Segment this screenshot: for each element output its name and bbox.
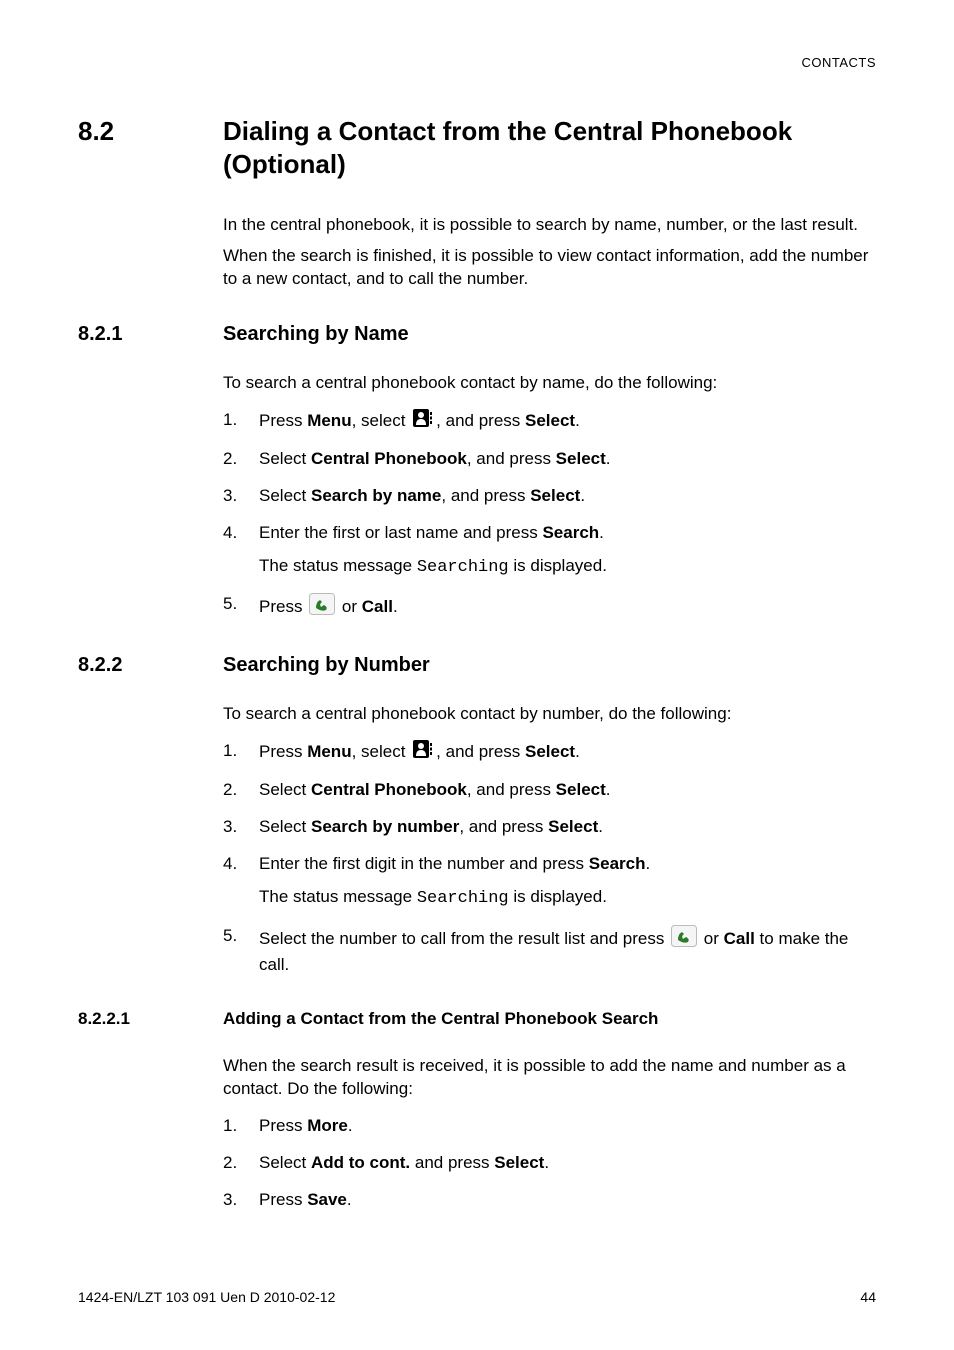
list-number: 1.	[223, 740, 259, 763]
contacts-icon	[413, 740, 433, 765]
subsection-title: Searching by Name	[223, 323, 876, 346]
sub2-intro: To search a central phonebook contact by…	[223, 703, 876, 726]
list-item: Select the number to call from the resul…	[259, 925, 876, 977]
call-icon	[671, 925, 697, 954]
list-number: 4.	[223, 853, 259, 876]
subsection-title: Searching by Number	[223, 654, 876, 677]
list-number: 5.	[223, 925, 259, 948]
section-number: 8.2	[78, 115, 223, 148]
call-icon	[309, 593, 335, 622]
subsubsection-title: Adding a Contact from the Central Phoneb…	[223, 1009, 876, 1029]
list-item: Press Menu, select , and press Select.	[259, 409, 876, 434]
section-intro-2: When the search is finished, it is possi…	[223, 245, 876, 291]
list-item: Select Search by name, and press Select.	[259, 485, 876, 508]
subsection-number: 8.2.2	[78, 654, 223, 677]
list-number: 2.	[223, 779, 259, 802]
list-number: 1.	[223, 409, 259, 432]
section-intro-1: In the central phonebook, it is possible…	[223, 214, 876, 237]
list-item: Press or Call.	[259, 593, 876, 622]
list-item: Select Add to cont. and press Select.	[259, 1152, 876, 1175]
list-item: Select Search by number, and press Selec…	[259, 816, 876, 839]
running-header: CONTACTS	[801, 55, 876, 70]
sub1-intro: To search a central phonebook contact by…	[223, 372, 876, 395]
list-item: Select Central Phonebook, and press Sele…	[259, 448, 876, 471]
list-item: Press Menu, select , and press Select.	[259, 740, 876, 765]
list-number: 4.	[223, 522, 259, 545]
contacts-icon	[413, 409, 433, 434]
list-number: 1.	[223, 1115, 259, 1138]
footer-doc-id: 1424-EN/LZT 103 091 Uen D 2010-02-12	[78, 1289, 335, 1305]
subsection-number: 8.2.1	[78, 323, 223, 346]
list-item: Enter the first digit in the number and …	[259, 853, 876, 911]
list-number: 3.	[223, 816, 259, 839]
section-title: Dialing a Contact from the Central Phone…	[223, 115, 876, 180]
list-number: 2.	[223, 1152, 259, 1175]
list-number: 3.	[223, 1189, 259, 1212]
list-item: Press More.	[259, 1115, 876, 1138]
footer-page-number: 44	[860, 1289, 876, 1305]
list-number: 3.	[223, 485, 259, 508]
list-item: Press Save.	[259, 1189, 876, 1212]
list-item: Select Central Phonebook, and press Sele…	[259, 779, 876, 802]
list-item: Enter the first or last name and press S…	[259, 522, 876, 580]
subsubsection-number: 8.2.2.1	[78, 1009, 223, 1029]
sub3-intro: When the search result is received, it i…	[223, 1055, 876, 1101]
list-number: 2.	[223, 448, 259, 471]
list-number: 5.	[223, 593, 259, 616]
